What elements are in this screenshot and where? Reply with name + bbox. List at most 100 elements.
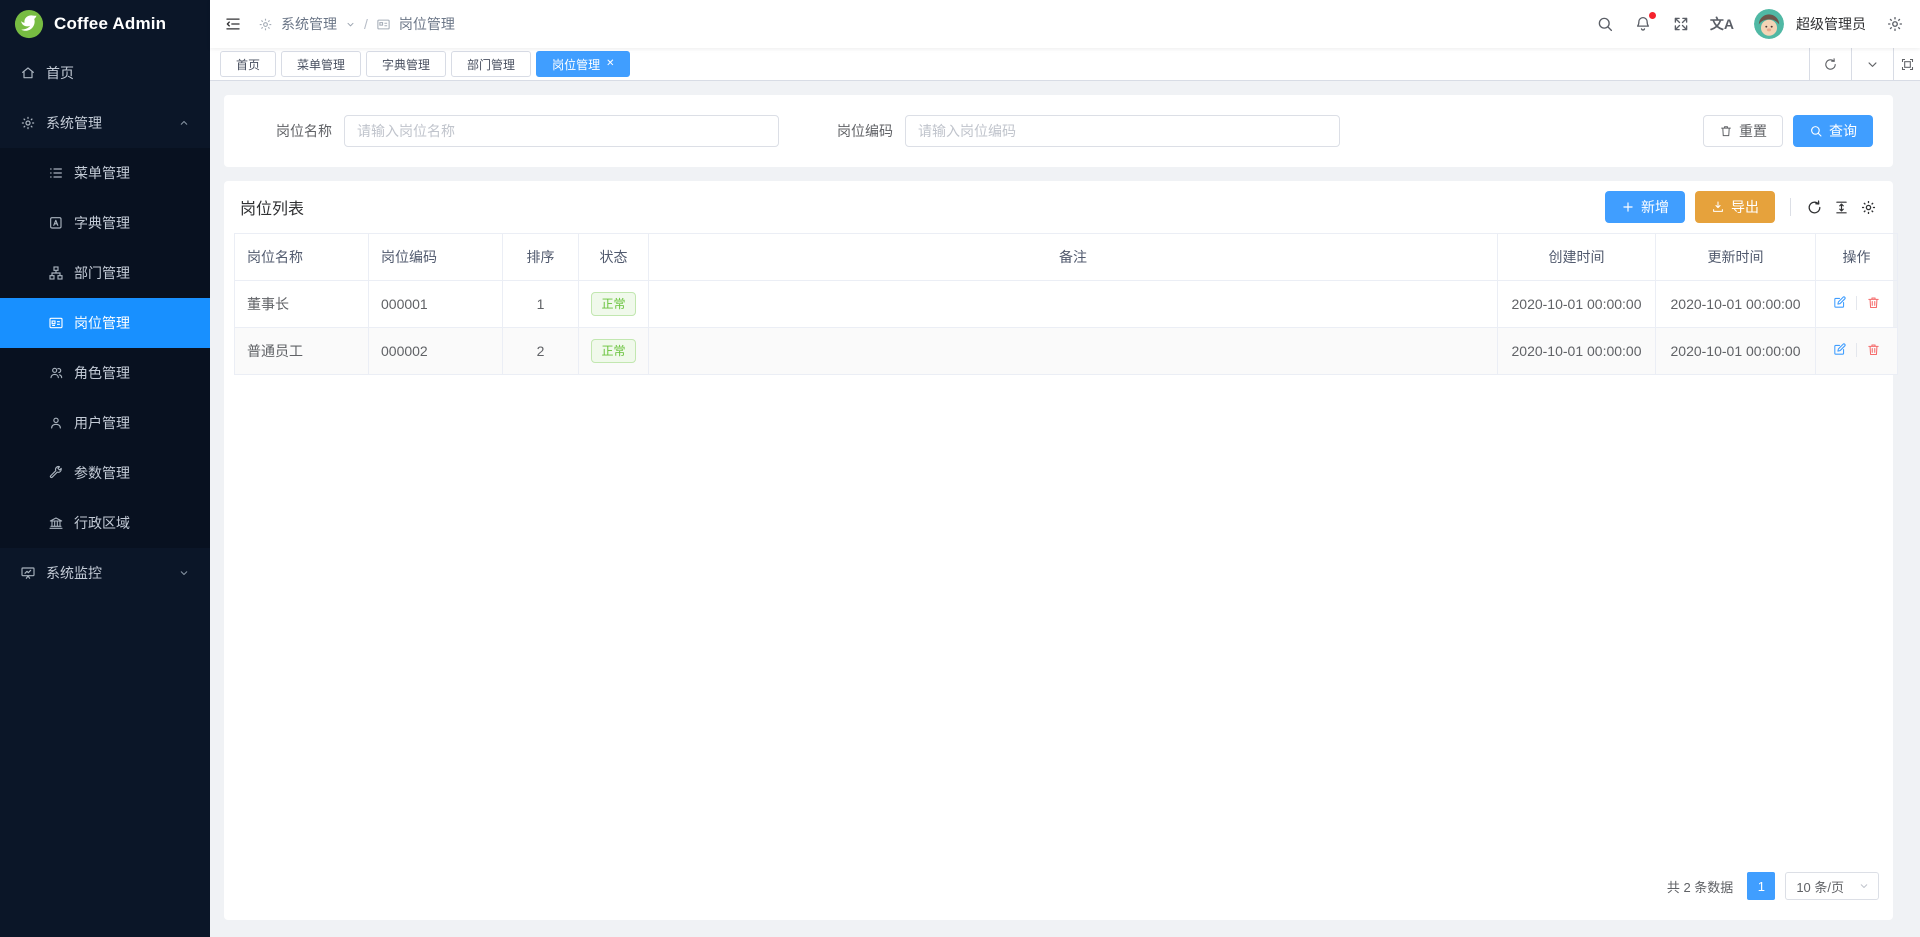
cell-actions [1816,328,1898,375]
home-icon [20,65,36,81]
chevron-down-icon[interactable] [1851,48,1893,80]
user-icon [48,415,64,431]
table-row: 董事长 000001 1 正常 2020-10-01 00:00:00 2020… [235,281,1898,328]
roles-icon [48,365,64,381]
app-logo[interactable]: Coffee Admin [0,0,210,48]
status-badge: 正常 [591,339,635,363]
post-code-input[interactable] [905,115,1340,147]
add-button[interactable]: 新增 [1605,191,1685,223]
action-divider [1856,343,1857,357]
tab-dict-mgmt[interactable]: 字典管理 [366,51,446,77]
edit-icon[interactable] [1832,342,1847,357]
pagination-total: 共 2 条数据 [1667,877,1733,896]
sidebar-item-label: 菜单管理 [74,163,130,183]
badge-icon [48,315,64,331]
action-divider [1856,296,1857,310]
cell-post-code: 000001 [369,281,503,328]
post-code-label: 岗位编码 [823,121,893,141]
topbar-actions: 文A 超级管理员 [1596,9,1904,39]
cell-updated: 2020-10-01 00:00:00 [1656,281,1816,328]
chevron-up-icon [178,117,190,129]
sidebar-item-label: 岗位管理 [74,313,130,333]
search-buttons: 重置 查询 [1703,115,1873,147]
sidebar-item-menu-mgmt[interactable]: 菜单管理 [0,148,210,198]
trash-icon[interactable] [1866,342,1881,357]
post-name-label: 岗位名称 [244,121,332,141]
sidebar-item-dict-mgmt[interactable]: 字典管理 [0,198,210,248]
main-area: 系统管理 / 岗位管理 文A 超级管理员 首页 菜单管理 字典管理 部门管理 [210,0,1920,937]
refresh-icon[interactable] [1809,48,1851,80]
sidebar-item-region[interactable]: 行政区域 [0,498,210,548]
chevron-down-icon [1858,880,1870,892]
gear-icon[interactable] [1886,15,1904,33]
gear-icon[interactable] [1860,199,1877,216]
col-post-code: 岗位编码 [369,234,503,281]
breadcrumb-item-system[interactable]: 系统管理 [281,14,337,34]
gear-icon [20,115,36,131]
bell-icon[interactable] [1634,15,1652,33]
close-icon[interactable]: ✕ [606,59,614,69]
sidebar-item-user-mgmt[interactable]: 用户管理 [0,398,210,448]
sidebar-item-role-mgmt[interactable]: 角色管理 [0,348,210,398]
tab-dept-mgmt[interactable]: 部门管理 [451,51,531,77]
page-title: 岗位列表 [240,195,304,219]
sidebar-item-label: 角色管理 [74,363,130,383]
cell-actions [1816,281,1898,328]
sidebar-item-label: 用户管理 [74,413,130,433]
tab-post-mgmt[interactable]: 岗位管理 ✕ [536,51,630,77]
pagination: 共 2 条数据 1 10 条/页 [234,872,1883,920]
cell-status: 正常 [579,281,649,328]
fullscreen-icon[interactable] [1672,15,1690,33]
cell-sort: 2 [503,328,579,375]
sidebar-item-label: 字典管理 [74,213,130,233]
maximize-icon[interactable] [1893,48,1920,80]
post-list-card: 岗位列表 新增 导出 [224,181,1893,920]
table-toolbar: 新增 导出 [1605,191,1877,223]
breadcrumb: 系统管理 / 岗位管理 [258,14,455,34]
breadcrumb-item-post: 岗位管理 [399,14,455,34]
wrench-icon [48,465,64,481]
cell-updated: 2020-10-01 00:00:00 [1656,328,1816,375]
cell-post-name: 董事长 [235,281,369,328]
cell-remark [649,328,1498,375]
sidebar-item-dept-mgmt[interactable]: 部门管理 [0,248,210,298]
breadcrumb-separator: / [364,16,368,32]
download-icon [1711,200,1725,214]
edit-icon[interactable] [1832,295,1847,310]
col-post-name: 岗位名称 [235,234,369,281]
cell-post-code: 000002 [369,328,503,375]
trash-icon[interactable] [1866,295,1881,310]
translate-icon[interactable]: 文A [1710,14,1734,34]
sidebar-group-system[interactable]: 系统管理 [0,98,210,148]
tab-home[interactable]: 首页 [220,51,276,77]
sidebar-group-monitor[interactable]: 系统监控 [0,548,210,598]
card-header: 岗位列表 新增 导出 [234,181,1883,233]
fold-sidebar-icon[interactable] [224,15,242,33]
sidebar-item-param-mgmt[interactable]: 参数管理 [0,448,210,498]
content-area: 岗位名称 岗位编码 重置 查询 岗位列表 [210,81,1920,937]
search-icon[interactable] [1596,15,1614,33]
line-height-icon[interactable] [1833,199,1850,216]
page-size-select[interactable]: 10 条/页 [1785,872,1879,900]
refresh-icon[interactable] [1806,199,1823,216]
org-tree-icon [48,265,64,281]
badge-icon [376,17,391,32]
pagination-page-1[interactable]: 1 [1747,872,1775,900]
post-name-input[interactable] [344,115,779,147]
tabbar-controls [1809,48,1920,80]
sidebar-item-post-mgmt[interactable]: 岗位管理 [0,298,210,348]
query-button[interactable]: 查询 [1793,115,1873,147]
sidebar-item-home[interactable]: 首页 [0,48,210,98]
username[interactable]: 超级管理员 [1796,14,1866,34]
chevron-down-icon [178,567,190,579]
col-status: 状态 [579,234,649,281]
cell-created: 2020-10-01 00:00:00 [1498,328,1656,375]
toolbar-divider [1790,198,1791,216]
reset-button[interactable]: 重置 [1703,115,1783,147]
bank-icon [48,515,64,531]
cell-remark [649,281,1498,328]
avatar[interactable] [1754,9,1784,39]
tab-menu-mgmt[interactable]: 菜单管理 [281,51,361,77]
topbar: 系统管理 / 岗位管理 文A 超级管理员 [210,0,1920,48]
export-button[interactable]: 导出 [1695,191,1775,223]
